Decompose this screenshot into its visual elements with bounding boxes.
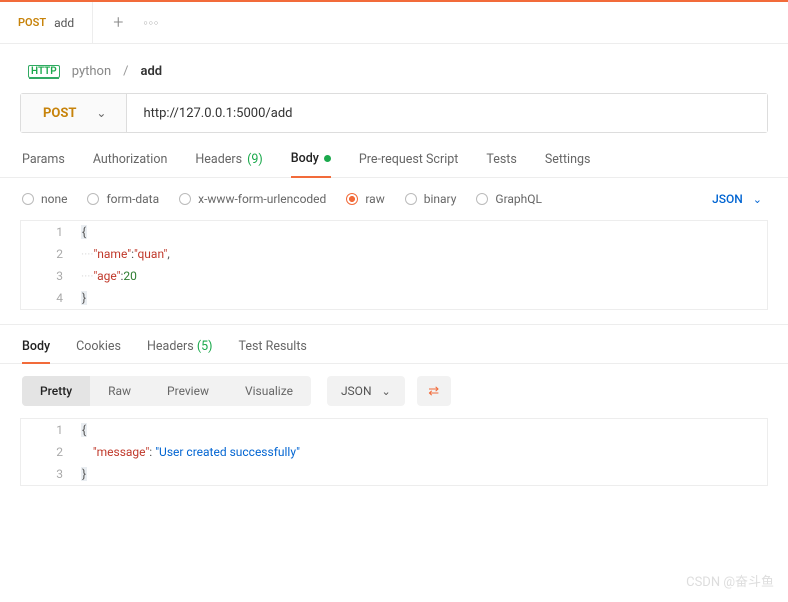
tab-headers-label: Headers <box>195 152 242 167</box>
breadcrumb-separator: / <box>123 64 128 79</box>
view-preview[interactable]: Preview <box>149 376 227 406</box>
new-tab-button[interactable]: + <box>113 12 123 33</box>
tab-body-label: Body <box>291 151 319 166</box>
resp-tab-cookies[interactable]: Cookies <box>76 339 121 363</box>
more-tabs-icon[interactable]: ○○○ <box>143 19 159 27</box>
line-number: 2 <box>21 441 81 463</box>
wrap-lines-button[interactable]: ⇄ <box>417 376 451 406</box>
tab-tests[interactable]: Tests <box>486 151 516 177</box>
radio-icon <box>476 193 488 205</box>
content-type-select[interactable]: JSON ⌄ <box>712 192 766 206</box>
resp-tab-body[interactable]: Body <box>22 339 50 364</box>
url-input[interactable] <box>127 94 767 132</box>
tab-actions: + ○○○ <box>93 2 179 43</box>
resp-tab-headers[interactable]: Headers (5) <box>147 339 212 363</box>
code-line: { <box>81 419 767 441</box>
radio-icon <box>346 193 358 205</box>
request-tabs: Params Authorization Headers (9) Body Pr… <box>0 133 788 178</box>
tab-authorization[interactable]: Authorization <box>93 151 168 177</box>
headers-count: (9) <box>247 152 263 167</box>
tab-settings[interactable]: Settings <box>545 151 591 177</box>
radio-urlencoded[interactable]: x-www-form-urlencoded <box>179 192 326 206</box>
body-type-options: none form-data x-www-form-urlencoded raw… <box>0 178 788 220</box>
code-line: } <box>81 287 767 309</box>
code-line: } <box>81 463 767 485</box>
view-visualize[interactable]: Visualize <box>227 376 311 406</box>
view-mode-group: Pretty Raw Preview Visualize <box>22 376 311 406</box>
method-select[interactable]: POST ⌄ <box>21 94 127 132</box>
code-line: ····"name":"quan", <box>81 243 767 265</box>
tab-method: POST <box>18 16 46 29</box>
request-body-editor[interactable]: 1{ 2····"name":"quan", 3····"age":20 4} <box>20 220 768 310</box>
chevron-down-icon: ⌄ <box>96 106 106 120</box>
radio-icon <box>405 193 417 205</box>
response-view-bar: Pretty Raw Preview Visualize JSON ⌄ ⇄ <box>0 364 788 418</box>
view-raw[interactable]: Raw <box>90 376 149 406</box>
chevron-down-icon: ⌄ <box>382 385 391 398</box>
tab-headers[interactable]: Headers (9) <box>195 151 262 177</box>
view-pretty[interactable]: Pretty <box>22 376 90 406</box>
line-number: 4 <box>21 287 81 309</box>
response-format-select[interactable]: JSON ⌄ <box>327 376 405 406</box>
wrap-icon: ⇄ <box>428 384 439 399</box>
tab-bar: POST add + ○○○ <box>0 0 788 44</box>
watermark: CSDN @奋斗鱼 <box>686 571 774 590</box>
resp-headers-count: (5) <box>197 339 213 354</box>
url-bar: POST ⌄ <box>20 93 768 133</box>
radio-formdata[interactable]: form-data <box>87 192 159 206</box>
tab-prerequest[interactable]: Pre-request Script <box>359 151 458 177</box>
code-line: { <box>81 221 767 243</box>
radio-icon <box>22 193 34 205</box>
method-label: POST <box>43 106 76 121</box>
radio-none[interactable]: none <box>22 192 67 206</box>
tab-params[interactable]: Params <box>22 151 65 177</box>
radio-raw[interactable]: raw <box>346 192 384 206</box>
tab-title: add <box>54 16 74 30</box>
body-indicator-icon <box>324 155 331 162</box>
radio-binary[interactable]: binary <box>405 192 457 206</box>
line-number: 3 <box>21 265 81 287</box>
response-body-editor[interactable]: 1{ 2 "message": "User created successful… <box>20 418 768 486</box>
radio-graphql[interactable]: GraphQL <box>476 192 542 206</box>
chevron-down-icon: ⌄ <box>753 193 762 206</box>
breadcrumb-current: add <box>141 64 163 79</box>
tab-body[interactable]: Body <box>291 151 331 178</box>
line-number: 1 <box>21 221 81 243</box>
breadcrumb: HTTP python / add <box>0 44 788 93</box>
radio-icon <box>87 193 99 205</box>
line-number: 2 <box>21 243 81 265</box>
http-badge-icon: HTTP <box>28 65 60 78</box>
radio-icon <box>179 193 191 205</box>
content-type-label: JSON <box>712 192 743 206</box>
code-line: ····"age":20 <box>81 265 767 287</box>
response-tabs: Body Cookies Headers (5) Test Results <box>0 324 788 364</box>
line-number: 1 <box>21 419 81 441</box>
breadcrumb-collection[interactable]: python <box>72 64 111 79</box>
resp-tab-tests[interactable]: Test Results <box>239 339 307 363</box>
code-line: "message": "User created successfully" <box>81 441 767 463</box>
line-number: 3 <box>21 463 81 485</box>
request-tab[interactable]: POST add <box>0 2 93 43</box>
